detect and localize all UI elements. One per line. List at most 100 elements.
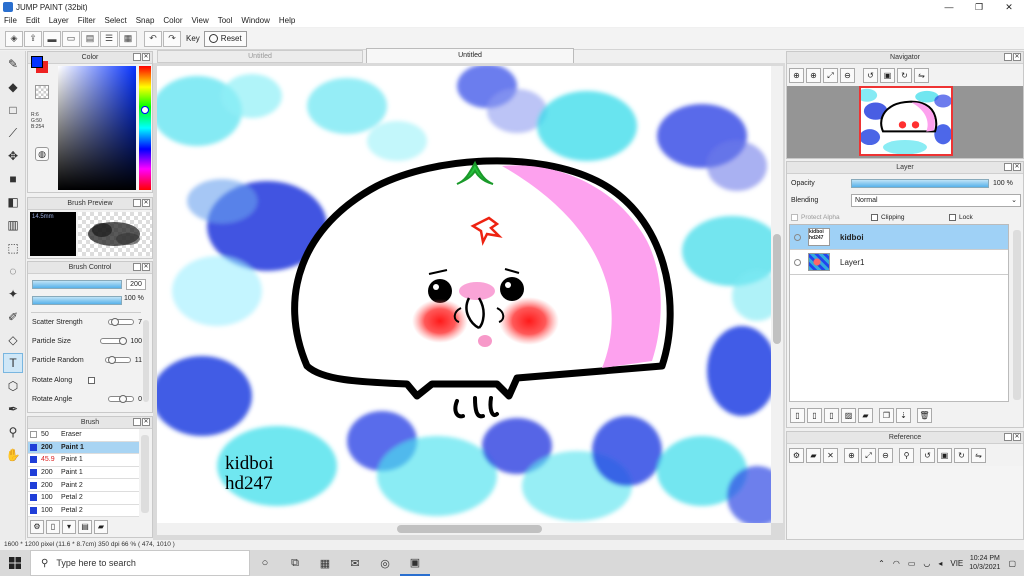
ref-reset-icon[interactable]: ▣ — [937, 447, 952, 463]
brush-item[interactable]: 200 Paint 1 — [28, 466, 139, 480]
ref-close-icon[interactable]: ✕ — [823, 447, 838, 463]
panel-dock-icon[interactable] — [1004, 163, 1012, 171]
menu-layer[interactable]: Layer — [49, 16, 69, 25]
list-icon[interactable]: ☰ — [100, 30, 118, 47]
vertical-scroll-thumb[interactable] — [773, 234, 781, 344]
particle-random-slider[interactable] — [104, 356, 131, 364]
battery-icon[interactable]: ▭ — [908, 559, 916, 568]
panel-close-icon[interactable]: ✕ — [142, 418, 150, 426]
notifications-icon[interactable]: ▢ — [1008, 559, 1016, 568]
horizontal-scrollbar[interactable] — [157, 523, 771, 535]
brush-item[interactable]: 200 Paint 1 — [28, 441, 139, 455]
rect-select-icon[interactable]: □ — [3, 100, 23, 120]
new-brush-icon[interactable]: ▯ — [46, 520, 60, 534]
new-canvas-icon[interactable]: ◈ — [5, 30, 23, 47]
reset-view-icon[interactable]: ▣ — [880, 67, 895, 83]
panel-dock-icon[interactable] — [133, 199, 141, 207]
brush-tool-icon[interactable]: ✎ — [3, 54, 23, 74]
comment-icon[interactable]: ▬ — [43, 30, 61, 47]
close-button[interactable]: ✕ — [994, 0, 1024, 14]
protect-alpha-checkbox[interactable] — [791, 214, 798, 221]
layer-visibility-toggle[interactable] — [794, 233, 801, 241]
document-icon[interactable]: ▤ — [81, 30, 99, 47]
transparent-color-swatch[interactable] — [35, 85, 49, 99]
menu-color[interactable]: Color — [163, 16, 182, 25]
text-tool-icon[interactable]: T — [3, 353, 23, 373]
menu-window[interactable]: Window — [241, 16, 269, 25]
new-8bit-layer-icon[interactable]: ▯ — [807, 407, 822, 423]
panel-dock-icon[interactable] — [133, 263, 141, 271]
fill-rect-icon[interactable]: ■ — [3, 169, 23, 189]
task-view-icon[interactable]: ⧉ — [280, 550, 310, 576]
hue-slider[interactable] — [139, 66, 151, 190]
cortana-icon[interactable]: ○ — [250, 550, 280, 576]
chat-icon[interactable]: ▭ — [62, 30, 80, 47]
volume-icon[interactable]: ◂ — [938, 559, 942, 568]
share-icon[interactable]: ⇪ — [24, 30, 42, 47]
wifi-icon[interactable]: ◡ — [923, 559, 930, 568]
clock[interactable]: 10:24 PM 10/3/2021 — [969, 554, 1000, 572]
panel-close-icon[interactable]: ✕ — [142, 263, 150, 271]
ref-rotate-right-icon[interactable]: ↻ — [954, 447, 969, 463]
grid-icon[interactable]: ▦ — [119, 30, 137, 47]
merge-layer-icon[interactable]: ⇣ — [896, 407, 911, 423]
panel-close-icon[interactable]: ✕ — [142, 199, 150, 207]
delete-layer-icon[interactable]: 🗑 — [917, 407, 932, 423]
new-1bit-layer-icon[interactable]: ▯ — [824, 407, 839, 423]
pen-icon[interactable]: ✒ — [3, 399, 23, 419]
move-tool-icon[interactable]: ✥ — [3, 146, 23, 166]
layer-row-kidboi[interactable]: kidboi hd247 kidboi — [790, 225, 1008, 250]
hand-icon[interactable]: ✋ — [3, 445, 23, 465]
brush-settings-icon[interactable]: ⚙ — [30, 520, 44, 534]
hue-marker[interactable] — [141, 106, 149, 114]
tab-untitled-1[interactable]: Untitled — [157, 50, 363, 63]
layer-opacity-slider[interactable] — [851, 179, 989, 188]
menu-tool[interactable]: Tool — [218, 16, 233, 25]
menu-snap[interactable]: Snap — [136, 16, 155, 25]
network-icon[interactable]: ◠ — [893, 559, 900, 568]
reference-view[interactable] — [787, 466, 1023, 539]
language-indicator[interactable]: VIE — [950, 559, 963, 568]
ref-settings-icon[interactable]: ⚙ — [789, 447, 804, 463]
panel-close-icon[interactable]: ✕ — [1013, 53, 1021, 61]
brush-size-value[interactable]: 200 — [126, 279, 146, 290]
saturation-value-picker[interactable] — [58, 66, 136, 190]
minimize-button[interactable]: — — [934, 0, 964, 14]
rotate-right-icon[interactable]: ↻ — [897, 67, 912, 83]
navigator-view[interactable] — [787, 86, 1023, 158]
drawing-canvas[interactable]: kidboi hd247 — [157, 66, 771, 523]
bucket-icon[interactable]: ◧ — [3, 192, 23, 212]
brush-folder-icon[interactable]: ▰ — [94, 520, 108, 534]
rotate-along-checkbox[interactable] — [88, 376, 95, 384]
menu-filter[interactable]: Filter — [78, 16, 96, 25]
lock-checkbox[interactable] — [949, 214, 956, 221]
layer-blending-select[interactable]: Normal ⌄ — [851, 194, 1021, 207]
jump-paint-taskbar-icon[interactable]: ▣ — [400, 550, 430, 576]
new-layer-icon[interactable]: ▯ — [790, 407, 805, 423]
tray-expand-icon[interactable]: ⌃ — [878, 559, 885, 568]
tab-untitled-2[interactable]: Untitled — [366, 48, 574, 63]
brush-menu-icon[interactable]: ▾ — [62, 520, 76, 534]
undo-icon[interactable]: ↶ — [144, 30, 162, 47]
menu-view[interactable]: View — [192, 16, 209, 25]
ref-zoom-in-icon[interactable]: ⊕ — [844, 447, 859, 463]
flip-icon[interactable]: ⇋ — [914, 67, 929, 83]
brush-item[interactable]: 100 Petal 2 — [28, 491, 139, 505]
ref-flip-icon[interactable]: ⇋ — [971, 447, 986, 463]
ref-eyedropper-icon[interactable]: ⚲ — [899, 447, 914, 463]
restore-button[interactable]: ❐ — [964, 0, 994, 14]
ref-rotate-left-icon[interactable]: ↺ — [920, 447, 935, 463]
foreground-color-swatch[interactable] — [31, 56, 43, 68]
zoom-out-icon[interactable]: ⊖ — [840, 67, 855, 83]
zoom-in-icon[interactable]: ⊕ — [806, 67, 821, 83]
horizontal-scroll-thumb[interactable] — [397, 525, 542, 533]
zoom-icon[interactable]: ⊕ — [789, 67, 804, 83]
new-halftone-layer-icon[interactable]: ▨ — [841, 407, 856, 423]
color-wheel-icon[interactable]: ◍ — [35, 147, 49, 161]
clipping-checkbox[interactable] — [871, 214, 878, 221]
magic-wand-icon[interactable]: ✦ — [3, 284, 23, 304]
rotate-left-icon[interactable]: ↺ — [863, 67, 878, 83]
copy-layer-icon[interactable]: ❐ — [879, 407, 894, 423]
gradient-icon[interactable]: ▥ — [3, 215, 23, 235]
mail-icon[interactable]: ✉ — [340, 550, 370, 576]
